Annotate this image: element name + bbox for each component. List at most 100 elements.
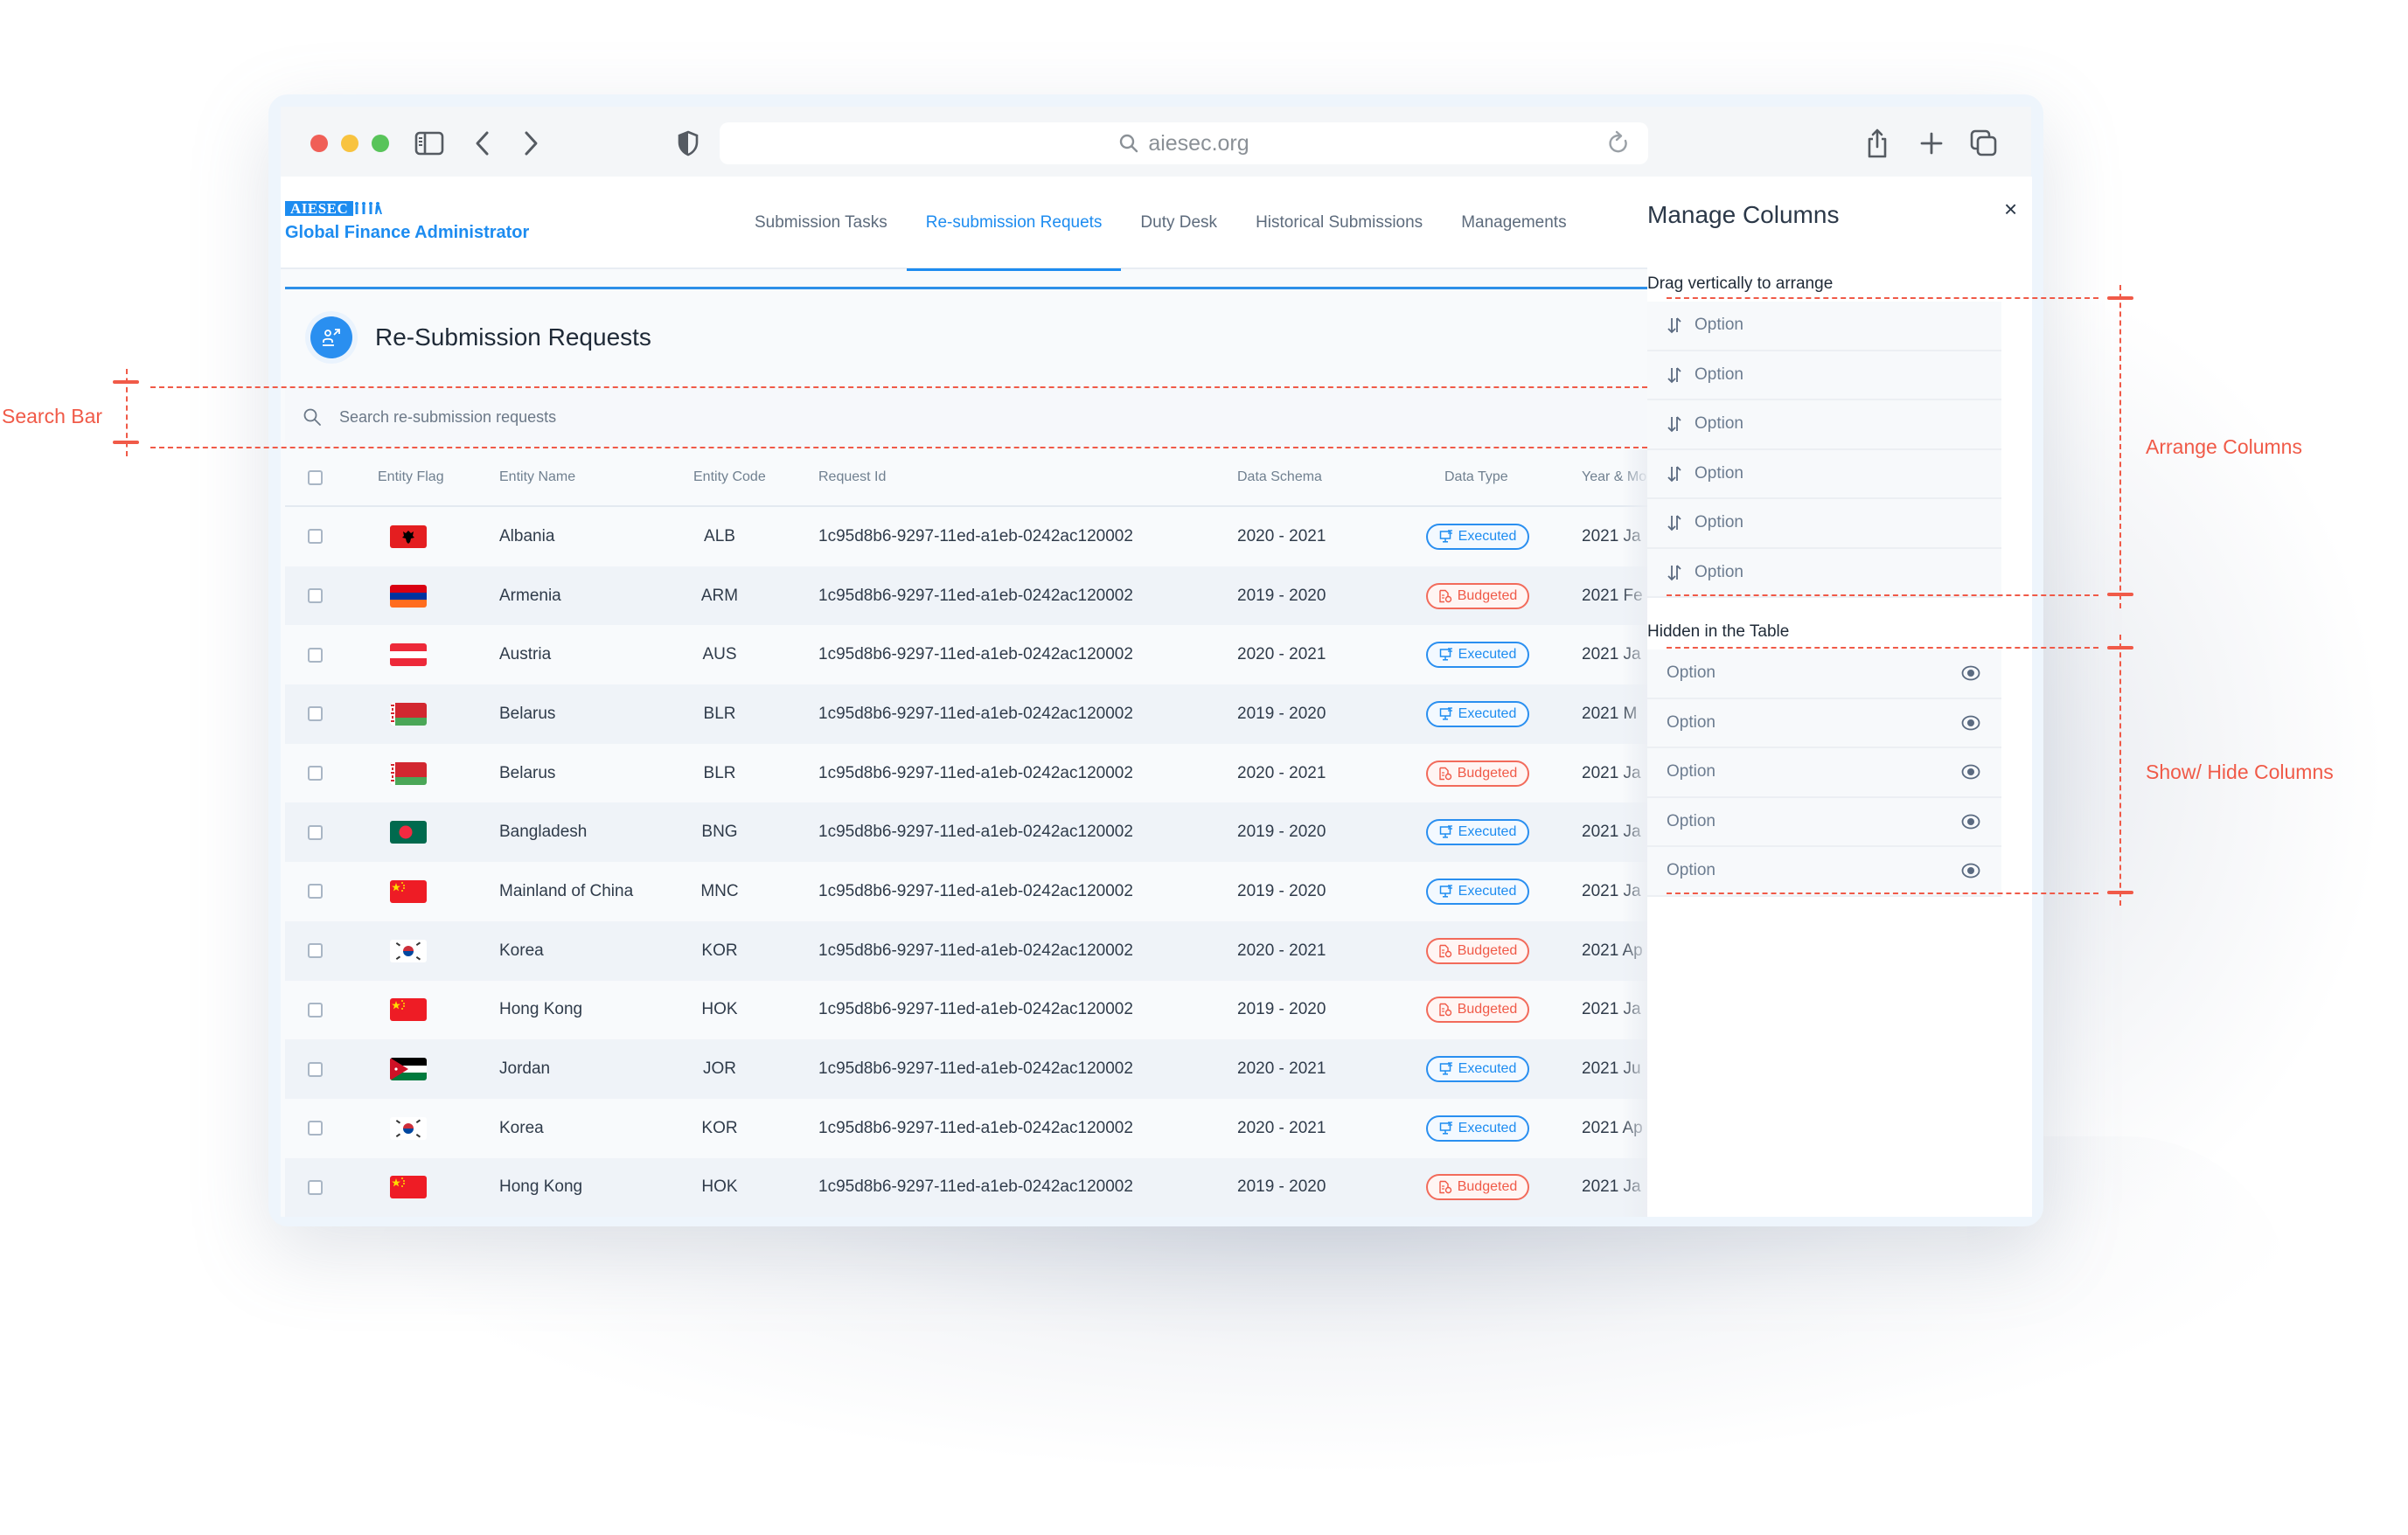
- annotation-show-hide-columns: Show/ Hide Columns: [2146, 761, 2334, 783]
- row-checkbox[interactable]: [308, 647, 323, 663]
- arrange-option[interactable]: Option: [1647, 499, 2001, 549]
- eye-icon[interactable]: [1961, 764, 1980, 780]
- nav-resubmission-requests[interactable]: Re-submission Requets: [906, 177, 1122, 271]
- drag-handle-icon[interactable]: [1667, 366, 1682, 384]
- hidden-option[interactable]: Option: [1647, 797, 2001, 847]
- entity-name: Belarus: [499, 704, 556, 723]
- arrange-option[interactable]: Option: [1647, 351, 2001, 400]
- share-icon[interactable]: [1860, 126, 1895, 161]
- eye-icon[interactable]: [1961, 715, 1980, 731]
- search-icon: [303, 407, 322, 427]
- drag-handle-icon[interactable]: [1667, 415, 1682, 433]
- sidebar-icon[interactable]: [412, 126, 447, 161]
- data-schema: 2019 - 2020: [1237, 1000, 1326, 1019]
- eye-icon[interactable]: [1961, 814, 1980, 830]
- search-input[interactable]: [339, 407, 1126, 427]
- arrange-option[interactable]: Option: [1647, 548, 2001, 598]
- row-checkbox[interactable]: [308, 766, 323, 781]
- entity-code: HOK: [701, 1000, 738, 1019]
- drag-handle-icon[interactable]: [1667, 564, 1682, 581]
- table-row[interactable]: Armenia ARM 1c95d8b6-9297-11ed-a1eb-0242ac…: [285, 566, 1647, 626]
- arrange-option[interactable]: Option: [1647, 302, 2001, 351]
- table-row[interactable]: Albania ALB 1c95d8b6-9297-11ed-a1eb-0242ac…: [285, 507, 1647, 566]
- column-header-entity-name[interactable]: Entity Name: [499, 469, 575, 485]
- eye-icon[interactable]: [1961, 863, 1980, 879]
- row-checkbox[interactable]: [308, 824, 323, 840]
- table-row[interactable]: Belarus BLR 1c95d8b6-9297-11ed-a1eb-0242ac…: [285, 684, 1647, 744]
- table-row[interactable]: Hong Kong HOK 1c95d8b6-9297-11ed-a1eb-0242…: [285, 980, 1647, 1040]
- hidden-option[interactable]: Option: [1647, 649, 2001, 699]
- maximize-window-button[interactable]: [372, 135, 389, 152]
- entity-code: MNC: [700, 881, 739, 900]
- table-row[interactable]: Belarus BLR 1c95d8b6-9297-11ed-a1eb-0242ac…: [285, 743, 1647, 803]
- arrange-option[interactable]: Option: [1647, 400, 2001, 450]
- table-row[interactable]: Korea KOR 1c95d8b6-9297-11ed-a1eb-0242ac12…: [285, 1098, 1647, 1158]
- hidden-option[interactable]: Option: [1647, 847, 2001, 897]
- forward-icon[interactable]: [514, 126, 549, 161]
- request-id: 1c95d8b6-9297-11ed-a1eb-0242ac120002: [818, 586, 1133, 605]
- annotation-tick: [113, 441, 139, 444]
- arrange-option[interactable]: Option: [1647, 449, 2001, 499]
- annotation-line: [1667, 297, 2098, 299]
- manage-columns-panel: Manage Columns × Drag vertically to arra…: [1647, 177, 2032, 1217]
- drag-handle-icon[interactable]: [1667, 316, 1682, 334]
- nav-historical-submissions[interactable]: Historical Submissions: [1236, 177, 1442, 269]
- row-checkbox[interactable]: [308, 943, 323, 959]
- app-header: AIESEC Global Finance Administrator Subm…: [281, 177, 1647, 271]
- nav-duty-desk[interactable]: Duty Desk: [1121, 177, 1236, 269]
- hidden-option[interactable]: Option: [1647, 698, 2001, 748]
- panel-title: Manage Columns: [1647, 201, 1840, 228]
- entity-name: Jordan: [499, 1059, 551, 1079]
- table-row[interactable]: Hong Kong HOK 1c95d8b6-9297-11ed-a1eb-0242…: [285, 1157, 1647, 1217]
- annotation-search-bar: Search Bar: [2, 405, 103, 427]
- entity-name: Korea: [499, 1118, 544, 1137]
- close-window-button[interactable]: [310, 135, 328, 152]
- row-checkbox[interactable]: [308, 1179, 323, 1195]
- column-header-request-id[interactable]: Request Id: [818, 469, 886, 485]
- data-schema: 2020 - 2021: [1237, 1059, 1326, 1079]
- aiesec-logo-mark: AIESEC: [285, 201, 354, 216]
- option-label: Option: [1695, 316, 1743, 335]
- table-row[interactable]: Mainland of China MNC 1c95d8b6-9297-11ed-a…: [285, 862, 1647, 921]
- data-schema: 2019 - 2020: [1237, 823, 1326, 842]
- url-text: aiesec.org: [1148, 130, 1249, 156]
- shield-icon[interactable]: [671, 126, 706, 161]
- drag-handle-icon[interactable]: [1667, 514, 1682, 531]
- select-all-checkbox[interactable]: [308, 469, 323, 485]
- row-checkbox[interactable]: [308, 588, 323, 604]
- tabs-overview-icon[interactable]: [1966, 126, 2001, 161]
- monitor-icon: [1439, 885, 1453, 899]
- option-label: Option: [1695, 414, 1743, 434]
- request-id: 1c95d8b6-9297-11ed-a1eb-0242ac120002: [818, 823, 1133, 842]
- back-icon[interactable]: [464, 126, 499, 161]
- column-header-entity-code[interactable]: Entity Code: [693, 469, 766, 485]
- column-header-data-type[interactable]: Data Type: [1444, 469, 1508, 485]
- new-tab-icon[interactable]: [1914, 126, 1949, 161]
- address-bar[interactable]: aiesec.org: [720, 122, 1648, 164]
- document-icon: [1438, 1180, 1452, 1194]
- drag-handle-icon[interactable]: [1667, 465, 1682, 483]
- close-icon[interactable]: ×: [2004, 196, 2017, 223]
- minimize-window-button[interactable]: [341, 135, 358, 152]
- app-logo[interactable]: AIESEC Global Finance Administrator: [285, 201, 529, 243]
- column-header-entity-flag[interactable]: Entity Flag: [378, 469, 444, 485]
- table-row[interactable]: Korea KOR 1c95d8b6-9297-11ed-a1eb-0242ac12…: [285, 920, 1647, 981]
- nav-submission-tasks[interactable]: Submission Tasks: [735, 177, 907, 269]
- row-checkbox[interactable]: [308, 1061, 323, 1077]
- nav-managements[interactable]: Managements: [1442, 177, 1585, 269]
- entity-code: AUS: [702, 645, 737, 664]
- table-row[interactable]: Jordan JOR 1c95d8b6-9297-11ed-a1eb-0242ac1…: [285, 1039, 1647, 1099]
- column-header-data-schema[interactable]: Data Schema: [1237, 469, 1322, 485]
- hidden-option[interactable]: Option: [1647, 748, 2001, 798]
- row-checkbox[interactable]: [308, 884, 323, 899]
- row-checkbox[interactable]: [308, 529, 323, 545]
- row-checkbox[interactable]: [308, 1002, 323, 1018]
- table-row[interactable]: Austria AUS 1c95d8b6-9297-11ed-a1eb-0242ac…: [285, 625, 1647, 685]
- reload-icon[interactable]: [1601, 126, 1636, 161]
- table-row[interactable]: Bangladesh BNG 1c95d8b6-9297-11ed-a1eb-024…: [285, 802, 1647, 863]
- row-checkbox[interactable]: [308, 706, 323, 722]
- flag-austria-icon: [390, 643, 427, 667]
- eye-icon[interactable]: [1961, 665, 1980, 681]
- data-type-label: Budgeted: [1457, 942, 1518, 958]
- row-checkbox[interactable]: [308, 1121, 323, 1136]
